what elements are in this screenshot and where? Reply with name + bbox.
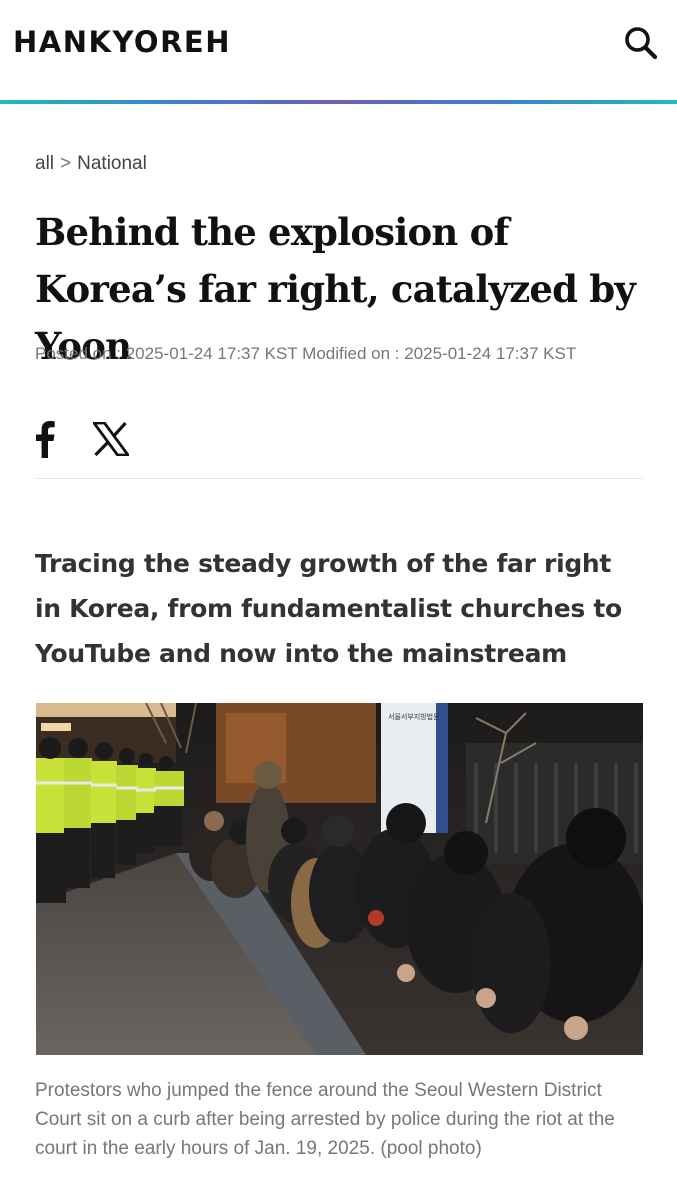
photo-caption: Protestors who jumped the fence around t… <box>35 1080 615 1159</box>
x-share-button[interactable] <box>91 419 131 459</box>
breadcrumb-national-link[interactable]: National <box>77 153 147 174</box>
meta-divider <box>35 478 643 479</box>
breadcrumb-separator: > <box>60 153 72 174</box>
facebook-share-button[interactable] <box>35 419 55 459</box>
share-bar <box>35 418 131 460</box>
search-button[interactable] <box>620 22 662 64</box>
breadcrumb: all > National <box>35 152 147 176</box>
search-icon <box>625 27 658 60</box>
article-meta: Posted on : 2025-01-24 17:37 KST Modifie… <box>35 344 577 363</box>
article-subtitle: Tracing the steady growth of the far rig… <box>35 549 622 668</box>
protest-arrest-photo: 서울서부지방법원 <box>36 703 643 1055</box>
article-photo: 서울서부지방법원 <box>36 703 643 1055</box>
top-bar: HANKYOREH <box>0 0 677 101</box>
court-sign-text: 서울서부지방법원 <box>388 712 440 721</box>
breadcrumb-all-link[interactable]: all <box>35 153 54 174</box>
x-icon <box>93 422 129 456</box>
facebook-icon <box>36 421 55 458</box>
site-logo[interactable]: HANKYOREH <box>13 24 231 60</box>
header-accent-line <box>0 100 677 104</box>
